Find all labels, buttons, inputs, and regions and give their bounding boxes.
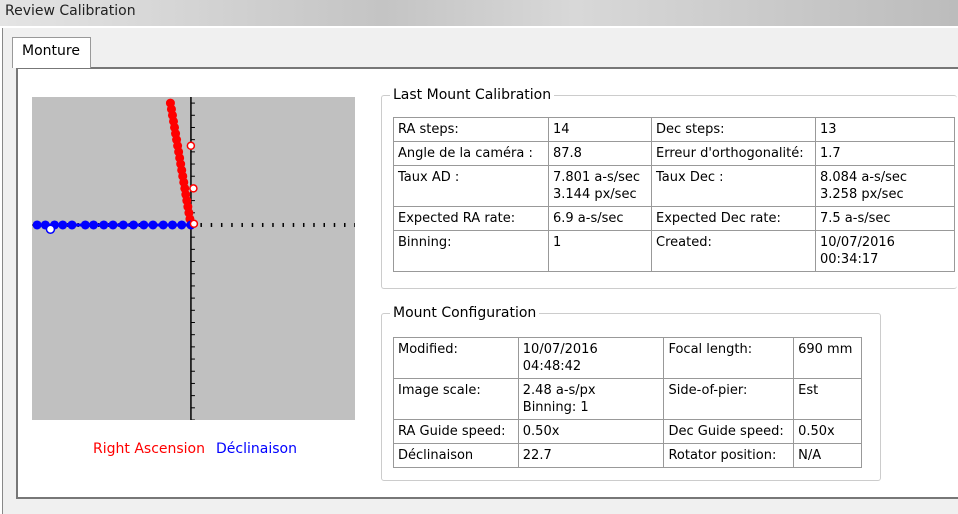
value-cell: 13 xyxy=(815,117,955,142)
value-cell: 0.50x xyxy=(793,419,862,444)
table-row: Angle de la caméra :87.8 Erreur d'orthogo… xyxy=(393,141,955,166)
data-point-hollow xyxy=(189,219,199,229)
value-cell: 690 mm xyxy=(793,337,862,379)
window-title: Review Calibration xyxy=(5,3,136,19)
data-point xyxy=(108,220,118,230)
data-point xyxy=(99,220,109,230)
data-point xyxy=(148,220,158,230)
data-point xyxy=(158,220,168,230)
value-cell: Est xyxy=(793,378,862,420)
table-row: Taux AD :7.801 a-s/sec 3.144 px/sec Taux … xyxy=(393,165,955,207)
value-cell: 22.7 xyxy=(517,443,665,468)
label-cell: Angle de la caméra : xyxy=(393,141,549,166)
data-point xyxy=(80,220,90,230)
title-bar: Review Calibration xyxy=(0,0,958,26)
value-cell: 10/07/2016 04:48:42 xyxy=(517,337,665,379)
legend-dec: Déclinaison xyxy=(216,441,297,457)
plot-svg xyxy=(32,97,356,421)
value-cell: 7.801 a-s/sec 3.144 px/sec xyxy=(548,165,652,207)
data-point xyxy=(177,220,187,230)
value-cell: 8.084 a-s/sec 3.258 px/sec xyxy=(815,165,955,207)
label-cell: Déclinaison xyxy=(393,443,519,468)
legend-ra: Right Ascension xyxy=(93,441,205,457)
label-cell: Rotator position: xyxy=(663,443,795,468)
label-cell: Expected Dec rate: xyxy=(651,206,816,231)
label-cell: Created: xyxy=(651,230,816,272)
label-cell: Side-of-pier: xyxy=(663,378,795,420)
data-point-hollow xyxy=(189,184,198,193)
label-cell: Dec steps: xyxy=(651,117,816,142)
table-row: Modified: 10/07/2016 04:48:42 Focal length… xyxy=(393,337,862,379)
label-cell: Modified: xyxy=(393,337,519,379)
label-cell: RA Guide speed: xyxy=(393,419,519,444)
value-cell: N/A xyxy=(793,443,862,468)
label-cell: Focal length: xyxy=(663,337,795,379)
value-cell: 6.9 a-s/sec xyxy=(548,206,652,231)
label-cell: Binning: xyxy=(393,230,549,272)
data-point xyxy=(32,220,42,230)
data-point xyxy=(89,220,99,230)
value-cell: 10/07/2016 00:34:17 xyxy=(815,230,955,272)
calibration-plot xyxy=(32,97,356,421)
table-row: Image scale: 2.48 a-s/px Binning: 1 Side-o… xyxy=(393,378,862,420)
tab-monture[interactable]: Monture xyxy=(12,37,91,68)
value-cell: 2.48 a-s/px Binning: 1 xyxy=(517,378,665,420)
label-cell: Image scale: xyxy=(393,378,519,420)
label-cell: Taux Dec : xyxy=(651,165,816,207)
data-point xyxy=(165,98,175,108)
label-cell: Expected RA rate: xyxy=(393,206,549,231)
table-row: Déclinaison 22.7 Rotator position: N/A xyxy=(393,443,862,468)
tab-label: Monture xyxy=(22,43,80,59)
mount-config-table: Modified: 10/07/2016 04:48:42 Focal length… xyxy=(393,337,862,468)
value-cell: 1 xyxy=(548,230,652,272)
data-point xyxy=(58,220,68,230)
group-title: Last Mount Calibration xyxy=(390,87,555,103)
label-cell: RA steps: xyxy=(393,117,549,142)
value-cell: 14 xyxy=(548,117,652,142)
data-point xyxy=(167,220,177,230)
data-point xyxy=(118,220,128,230)
table-row: Binning: 1 Created: 10/07/2016 00:34:17 xyxy=(393,230,955,272)
value-cell: 87.8 xyxy=(548,141,652,166)
label-cell: Taux AD : xyxy=(393,165,549,207)
label-cell: Erreur d'orthogonalité: xyxy=(651,141,816,166)
table-row: Expected RA rate: 6.9 a-s/sec Expected Dec… xyxy=(393,206,955,231)
data-point xyxy=(67,220,77,230)
label-cell: Dec Guide speed: xyxy=(663,419,795,444)
table-row: RA Guide speed: 0.50x Dec Guide speed: 0.50… xyxy=(393,419,862,444)
value-cell: 7.5 a-s/sec xyxy=(815,206,955,231)
last-calibration-table: RA steps: 14 Dec steps: 13 Angle de la camér… xyxy=(393,117,955,272)
data-point-hollow xyxy=(186,141,196,151)
table-row: RA steps: 14 Dec steps: 13 xyxy=(393,117,955,142)
group-title: Mount Configuration xyxy=(390,305,540,321)
data-point xyxy=(129,220,139,230)
data-point xyxy=(139,220,149,230)
value-cell: 1.7 xyxy=(815,141,955,166)
data-point-hollow xyxy=(45,224,56,234)
value-cell: 0.50x xyxy=(517,419,665,444)
